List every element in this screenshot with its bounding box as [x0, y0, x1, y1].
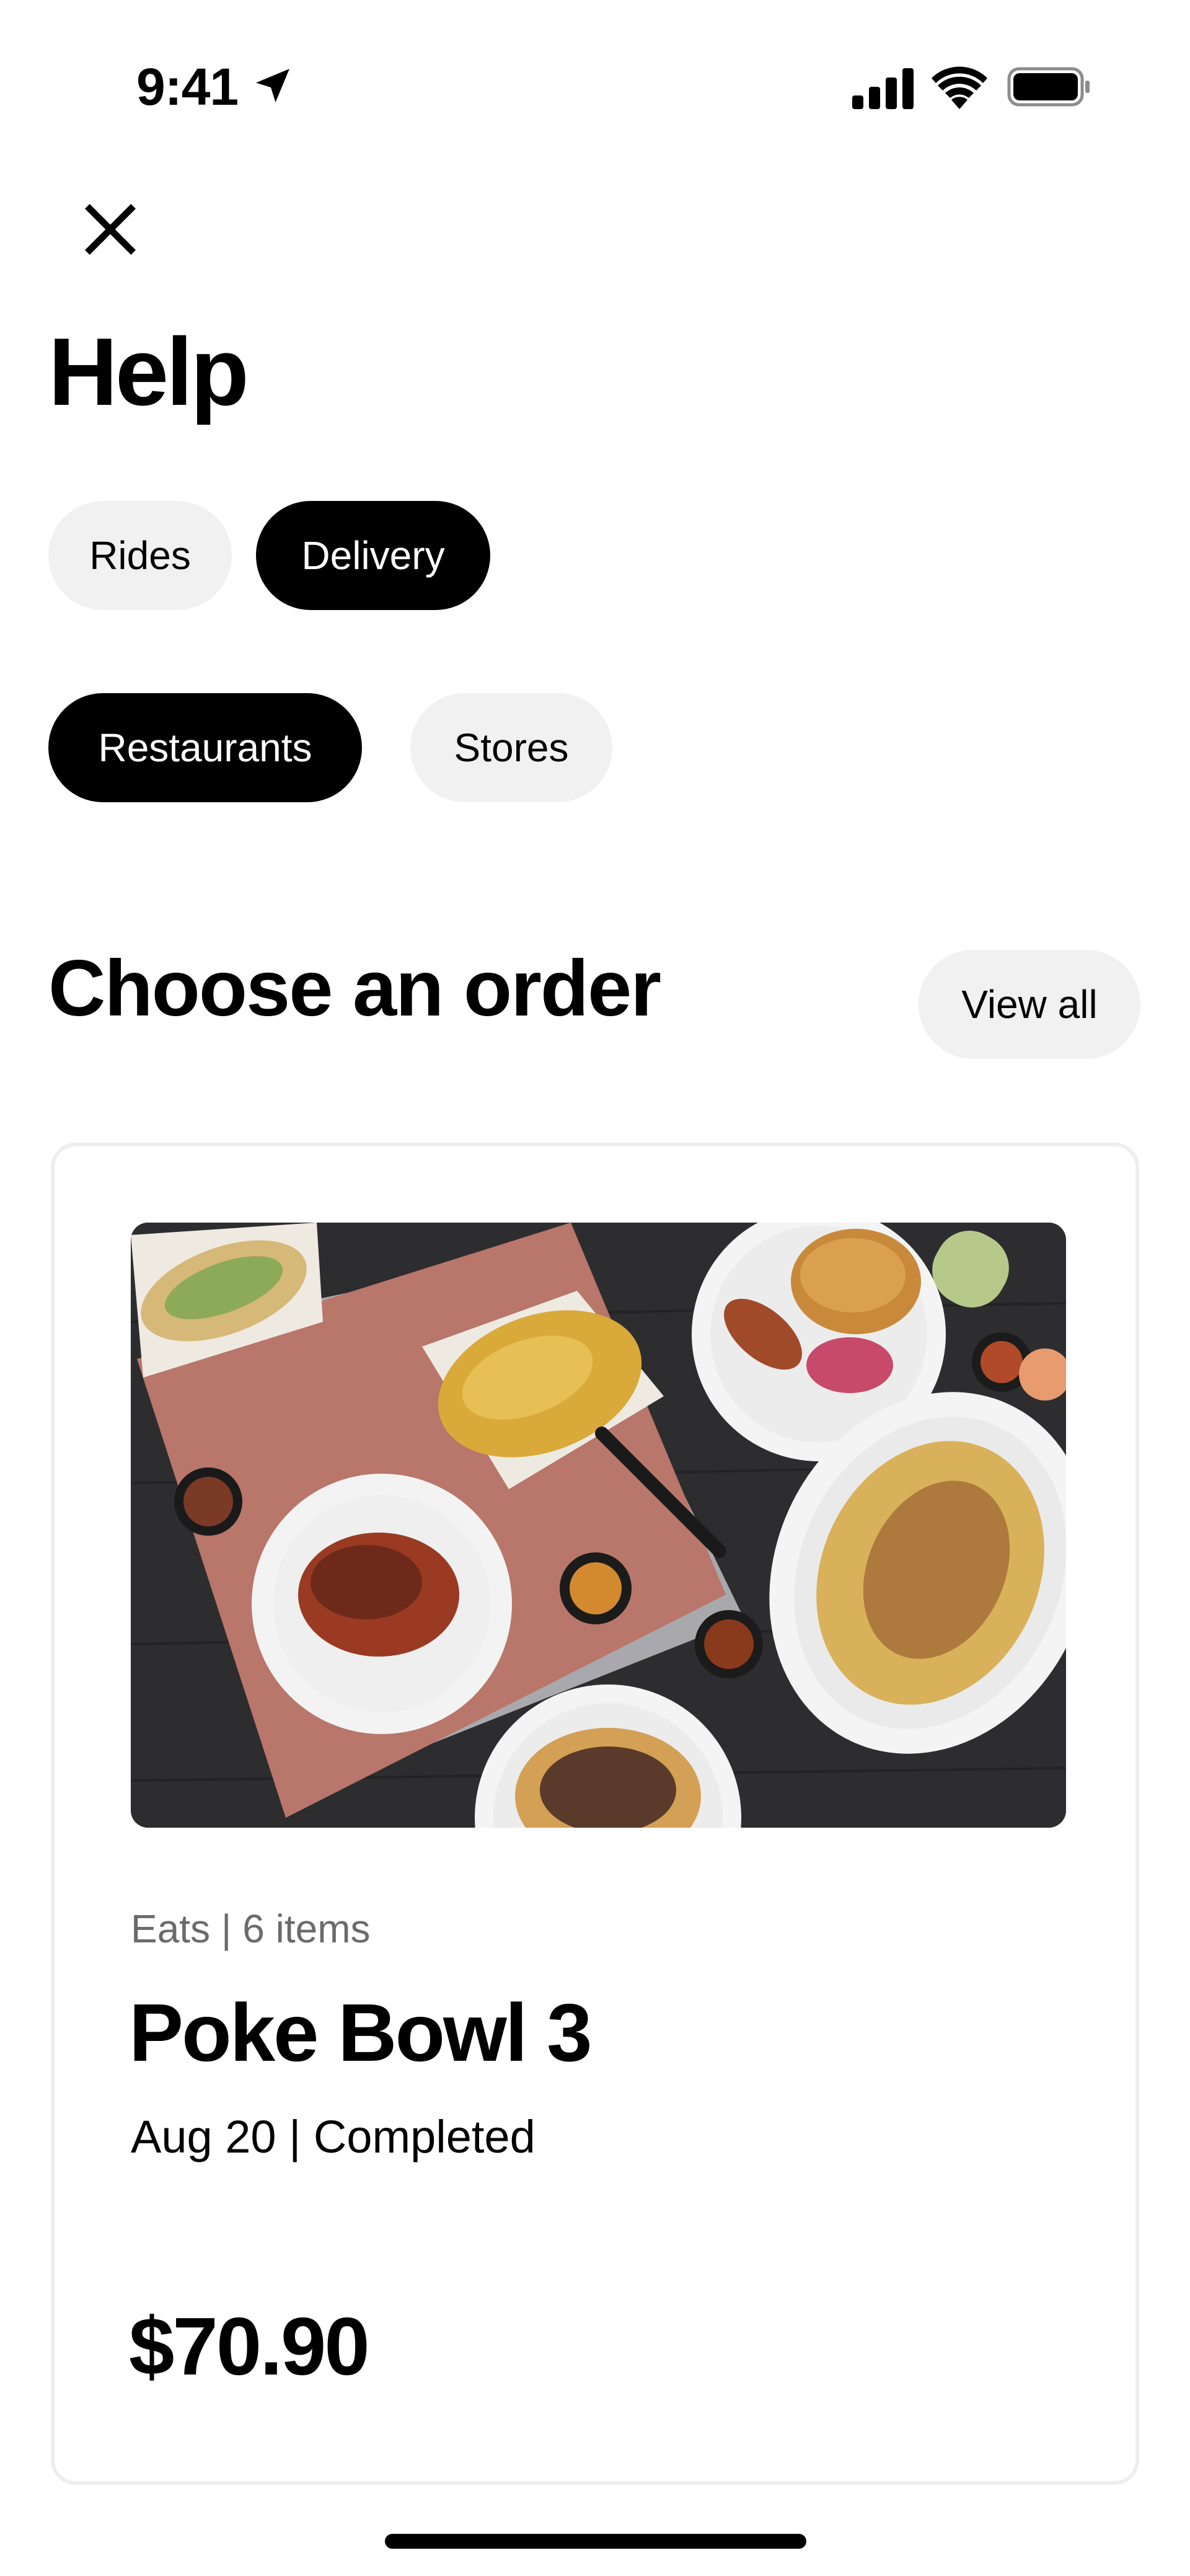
- order-status: Aug 20 | Completed: [131, 2111, 536, 2162]
- home-indicator[interactable]: [385, 2534, 806, 2549]
- close-icon: [85, 204, 136, 255]
- help-screen: 9:41 Help Rides Delivery Restaurants Sto…: [0, 0, 1190, 2576]
- tab-rides[interactable]: Rides: [48, 501, 232, 610]
- order-food-image: [131, 1223, 1066, 1828]
- tab-delivery[interactable]: Delivery: [256, 501, 490, 610]
- tab-stores[interactable]: Stores: [410, 693, 612, 802]
- order-price: $70.90: [129, 2301, 370, 2392]
- wifi-icon: [932, 66, 987, 109]
- page-title: Help: [48, 318, 249, 425]
- tab-restaurants[interactable]: Restaurants: [48, 693, 362, 802]
- close-button[interactable]: [73, 192, 148, 267]
- order-meta: Eats | 6 items: [131, 1906, 371, 1951]
- view-all-button[interactable]: View all: [919, 950, 1140, 1059]
- order-card[interactable]: Eats | 6 items Poke Bowl 3 Aug 20 | Comp…: [51, 1143, 1139, 2485]
- location-arrow-icon: [256, 69, 289, 102]
- status-time: 9:41: [136, 58, 239, 116]
- cellular-signal-icon: [852, 68, 914, 109]
- order-name: Poke Bowl 3: [129, 1987, 593, 2078]
- section-title: Choose an order: [48, 944, 661, 1033]
- battery-icon: [1007, 67, 1090, 107]
